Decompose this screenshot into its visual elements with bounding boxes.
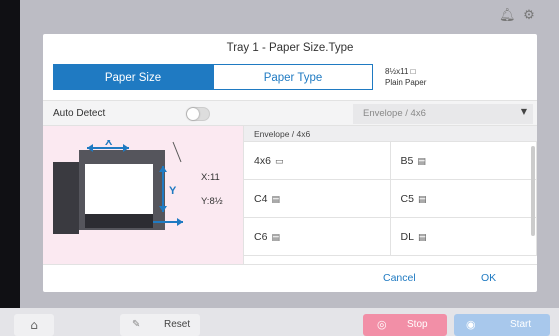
size-label: C4	[254, 193, 268, 205]
start-label: Start	[510, 319, 532, 330]
tabs-row: Paper Size Paper Type 8½x11 □ Plain Pape…	[53, 64, 523, 90]
current-paper-type: Plain Paper	[385, 78, 427, 87]
y-dimension: Y:8½	[201, 196, 223, 207]
size-label: 4x6	[254, 155, 271, 167]
dialog-title: Tray 1 - Paper Size.Type	[226, 42, 354, 54]
size-grid: 4x6 ▭ B5 ▤ C4 ▤ C5 ▤ C6 ▤ DL ▤	[244, 142, 537, 256]
portrait-icon: ▤	[271, 233, 280, 243]
current-paper-info: 8½x11 □ Plain Paper	[385, 66, 426, 88]
reset-button[interactable]: ✎ Reset	[120, 314, 200, 336]
size-option-c5[interactable]: C5 ▤	[390, 180, 537, 218]
portrait-icon: ▤	[417, 195, 427, 205]
settings-icon[interactable]: ⚙	[521, 8, 537, 24]
size-label: C5	[400, 193, 414, 205]
bottom-bar: ⌂ ✎ Reset ◎ Stop ◉ Start	[0, 308, 559, 336]
tray-preview: X Y X:11 Y:8½	[43, 126, 243, 264]
size-label: C6	[254, 231, 268, 243]
paper-size-list: Envelope / 4x6 4x6 ▭ B5 ▤ C4 ▤ C5 ▤ C6 ▤ DL ▤	[243, 126, 537, 264]
reset-label: Reset	[164, 319, 191, 330]
svg-text:X: X	[105, 140, 113, 148]
cancel-button[interactable]: Cancel	[383, 272, 416, 284]
portrait-icon: ▤	[271, 195, 280, 205]
portrait-icon: ▤	[417, 157, 426, 167]
notification-bell-icon[interactable]: 🔔︎	[499, 8, 516, 24]
stop-label: Stop	[407, 319, 428, 330]
size-option-c6[interactable]: C6 ▤	[244, 218, 391, 256]
reset-icon: ✎	[132, 319, 141, 330]
size-label: B5	[400, 155, 414, 167]
tray-diagram-icon: X Y	[53, 140, 183, 234]
status-icons: 🔔︎ ⚙	[499, 8, 537, 24]
landscape-icon: ▭	[274, 157, 284, 167]
tab-paper-type[interactable]: Paper Type	[213, 64, 373, 90]
list-scrollbar[interactable]	[531, 146, 535, 236]
home-button[interactable]: ⌂	[14, 314, 54, 336]
size-option-dl[interactable]: DL ▤	[390, 218, 537, 256]
stop-button[interactable]: ◎ Stop	[363, 314, 447, 336]
start-icon: ◉	[466, 318, 476, 331]
size-label: DL	[400, 231, 414, 243]
chevron-down-icon: ▼	[520, 107, 527, 116]
dialog-footer: Cancel OK	[43, 264, 537, 292]
portrait-icon: ▤	[417, 233, 427, 243]
tab-paper-size[interactable]: Paper Size	[53, 64, 213, 90]
category-select-value: Envelope / 4x6	[363, 108, 426, 119]
toggle-knob	[187, 108, 199, 120]
category-select[interactable]: Envelope / 4x6 ▼	[353, 104, 533, 124]
auto-detect-toggle[interactable]	[186, 107, 210, 121]
start-button[interactable]: ◉ Start	[454, 314, 550, 336]
current-paper-size: 8½x11 □	[385, 67, 416, 76]
home-icon: ⌂	[30, 318, 38, 332]
size-option-b5[interactable]: B5 ▤	[390, 142, 537, 180]
ok-button[interactable]: OK	[481, 272, 496, 284]
stop-icon: ◎	[377, 318, 387, 331]
size-option-c4[interactable]: C4 ▤	[244, 180, 391, 218]
x-dimension: X:11	[201, 172, 220, 183]
auto-detect-row: Auto Detect Envelope / 4x6 ▼	[43, 100, 537, 126]
paper-size-dialog: Tray 1 - Paper Size.Type Paper Size Pape…	[43, 34, 537, 292]
list-header: Envelope / 4x6	[244, 126, 537, 142]
svg-text:Y: Y	[169, 185, 177, 197]
auto-detect-label: Auto Detect	[53, 108, 106, 119]
size-option-4x6[interactable]: 4x6 ▭	[244, 142, 391, 180]
